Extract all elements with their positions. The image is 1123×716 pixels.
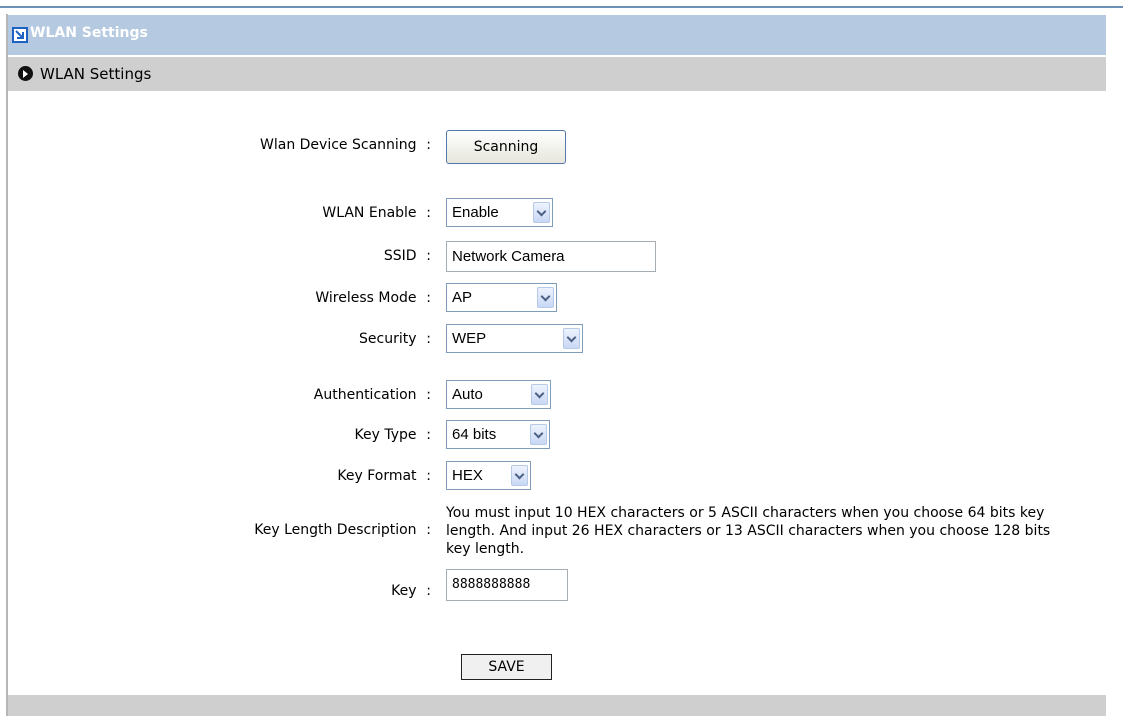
colon: : <box>426 137 431 153</box>
colon: : <box>426 387 431 403</box>
chevron-down-icon[interactable] <box>531 384 548 405</box>
chevron-down-icon[interactable] <box>533 202 550 223</box>
chevron-down-icon[interactable] <box>530 424 547 445</box>
top-border <box>0 0 1123 8</box>
wireless-mode-value: AP <box>452 289 473 306</box>
key-format-select[interactable]: HEX <box>446 461 531 490</box>
security-label: Security <box>359 331 417 347</box>
wlan-enable-select[interactable]: Enable <box>446 198 553 227</box>
content-frame <box>6 14 1106 716</box>
key-format-label-row: Key Format : <box>337 468 431 484</box>
save-button[interactable]: SAVE <box>461 654 552 680</box>
security-value: WEP <box>452 330 487 347</box>
key-length-desc-label-row: Key Length Description : <box>254 522 431 538</box>
security-select[interactable]: WEP <box>446 324 583 353</box>
wireless-mode-label-row: Wireless Mode : <box>315 290 431 306</box>
wlan-enable-value: Enable <box>452 204 499 221</box>
colon: : <box>426 248 431 264</box>
colon: : <box>426 331 431 347</box>
chevron-down-icon[interactable] <box>537 287 554 308</box>
scanning-label-row: Wlan Device Scanning : <box>260 137 431 153</box>
page-title: WLAN Settings <box>30 25 148 41</box>
colon: : <box>426 290 431 306</box>
play-circle-icon <box>18 66 33 81</box>
security-label-row: Security : <box>359 331 431 347</box>
key-length-desc-label: Key Length Description <box>254 522 417 538</box>
arrow-box-icon <box>12 27 28 43</box>
chevron-down-icon[interactable] <box>563 328 580 349</box>
title-bar: WLAN Settings <box>8 15 1106 55</box>
colon: : <box>426 583 431 599</box>
key-format-label: Key Format <box>337 468 417 484</box>
colon: : <box>426 468 431 484</box>
key-label-row: Key : <box>391 583 431 599</box>
wlan-enable-label-row: WLAN Enable : <box>322 205 431 221</box>
authentication-label: Authentication <box>313 387 417 403</box>
chevron-down-icon[interactable] <box>511 465 528 486</box>
key-label: Key <box>391 583 417 599</box>
colon: : <box>426 205 431 221</box>
key-type-label-row: Key Type : <box>355 427 431 443</box>
footer-bar <box>8 695 1106 716</box>
wireless-mode-label: Wireless Mode <box>315 290 417 306</box>
wlan-enable-label: WLAN Enable <box>322 205 417 221</box>
section-header: WLAN Settings <box>8 57 1106 91</box>
key-format-value: HEX <box>452 467 483 484</box>
key-length-description: You must input 10 HEX characters or 5 AS… <box>446 505 1051 557</box>
wireless-mode-select[interactable]: AP <box>446 283 557 312</box>
authentication-label-row: Authentication : <box>314 387 431 403</box>
scanning-label: Wlan Device Scanning <box>260 137 417 153</box>
ssid-label-row: SSID : <box>384 248 431 264</box>
key-type-select[interactable]: 64 bits <box>446 420 550 449</box>
scanning-button[interactable]: Scanning <box>446 130 566 164</box>
key-type-value: 64 bits <box>452 426 497 443</box>
key-type-label: Key Type <box>354 427 417 443</box>
section-title: WLAN Settings <box>40 65 152 83</box>
colon: : <box>426 522 431 538</box>
key-input[interactable]: 8888888888 <box>446 569 568 601</box>
colon: : <box>426 427 431 443</box>
authentication-value: Auto <box>452 386 483 403</box>
ssid-input[interactable]: Network Camera <box>446 241 656 272</box>
ssid-label: SSID <box>383 248 417 264</box>
authentication-select[interactable]: Auto <box>446 380 551 409</box>
